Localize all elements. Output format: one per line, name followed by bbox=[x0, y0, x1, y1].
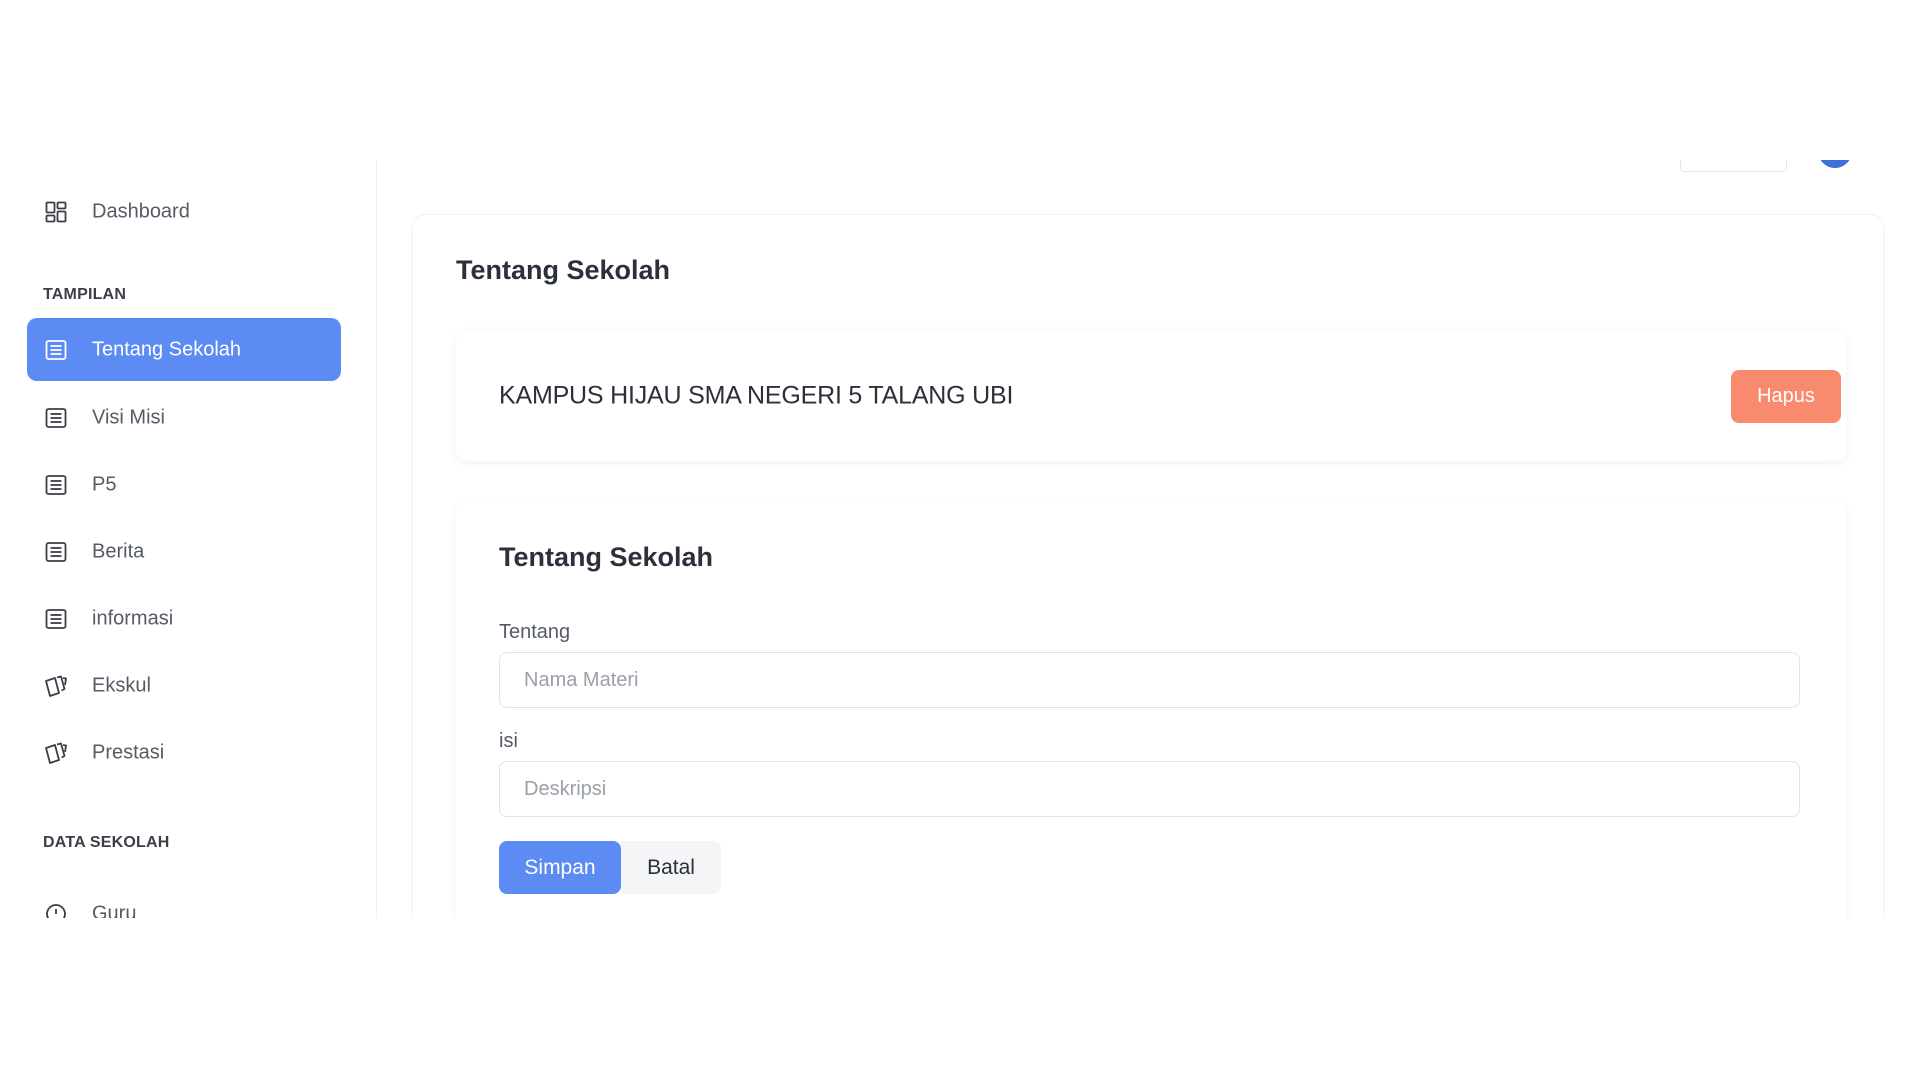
content-input[interactable] bbox=[499, 761, 1800, 817]
sidebar-item-label: Tentang Sekolah bbox=[92, 338, 242, 360]
cards-icon bbox=[43, 673, 69, 699]
save-button[interactable]: Simpan bbox=[499, 841, 621, 894]
about-form-card: Tentang Sekolah Tentang isi Simpan Batal bbox=[456, 501, 1846, 918]
topbar-search-box[interactable] bbox=[1680, 160, 1787, 172]
cancel-button[interactable]: Batal bbox=[621, 841, 721, 894]
sidebar-item-ekskul[interactable]: Ekskul bbox=[27, 654, 341, 717]
delete-button[interactable]: Hapus bbox=[1731, 370, 1841, 423]
form-title: Tentang Sekolah bbox=[499, 542, 714, 572]
circle-icon bbox=[43, 901, 69, 918]
sidebar-item-label: Ekskul bbox=[92, 674, 151, 696]
list-icon bbox=[43, 472, 69, 498]
sidebar-item-label: Visi Misi bbox=[92, 406, 165, 428]
sidebar-item-guru[interactable]: Guru bbox=[27, 882, 341, 918]
sidebar-item-label: Prestasi bbox=[92, 741, 165, 763]
sidebar-item-p5[interactable]: P5 bbox=[27, 453, 341, 516]
about-item-card: KAMPUS HIJAU SMA NEGERI 5 TALANG UBI Hap… bbox=[456, 331, 1846, 461]
sidebar-item-visi-misi[interactable]: Visi Misi bbox=[27, 386, 341, 449]
sidebar-item-label: Dashboard bbox=[92, 200, 190, 222]
cards-icon bbox=[43, 740, 69, 766]
sidebar-item-prestasi[interactable]: Prestasi bbox=[27, 721, 341, 784]
sidebar-section-heading: DATA SEKOLAH bbox=[43, 834, 170, 851]
sidebar: Dashboard TAMPILAN Tentang Sekolah Visi … bbox=[0, 160, 377, 918]
sidebar-item-label: Guru bbox=[92, 902, 137, 918]
sidebar-item-berita[interactable]: Berita bbox=[27, 520, 341, 583]
list-icon bbox=[43, 539, 69, 565]
about-input[interactable] bbox=[499, 652, 1800, 708]
avatar[interactable] bbox=[1818, 160, 1852, 168]
sidebar-item-label: P5 bbox=[92, 473, 117, 495]
sidebar-item-dashboard[interactable]: Dashboard bbox=[27, 180, 341, 243]
grid-icon bbox=[43, 199, 69, 225]
sidebar-item-informasi[interactable]: informasi bbox=[27, 587, 341, 650]
about-field-label: Tentang bbox=[499, 621, 571, 643]
sidebar-section-heading: TAMPILAN bbox=[43, 286, 127, 303]
sidebar-item-label: informasi bbox=[92, 607, 174, 629]
page-title: Tentang Sekolah bbox=[456, 255, 671, 285]
sidebar-item-tentang-sekolah[interactable]: Tentang Sekolah bbox=[27, 318, 341, 381]
about-item-title: KAMPUS HIJAU SMA NEGERI 5 TALANG UBI bbox=[499, 381, 1014, 410]
list-icon bbox=[43, 337, 69, 363]
list-icon bbox=[43, 606, 69, 632]
main-content-card: Tentang Sekolah KAMPUS HIJAU SMA NEGERI … bbox=[412, 214, 1884, 918]
list-icon bbox=[43, 405, 69, 431]
sidebar-item-label: Berita bbox=[92, 540, 145, 562]
content-field-label: isi bbox=[499, 730, 518, 752]
app-window: Dashboard TAMPILAN Tentang Sekolah Visi … bbox=[0, 160, 1920, 918]
